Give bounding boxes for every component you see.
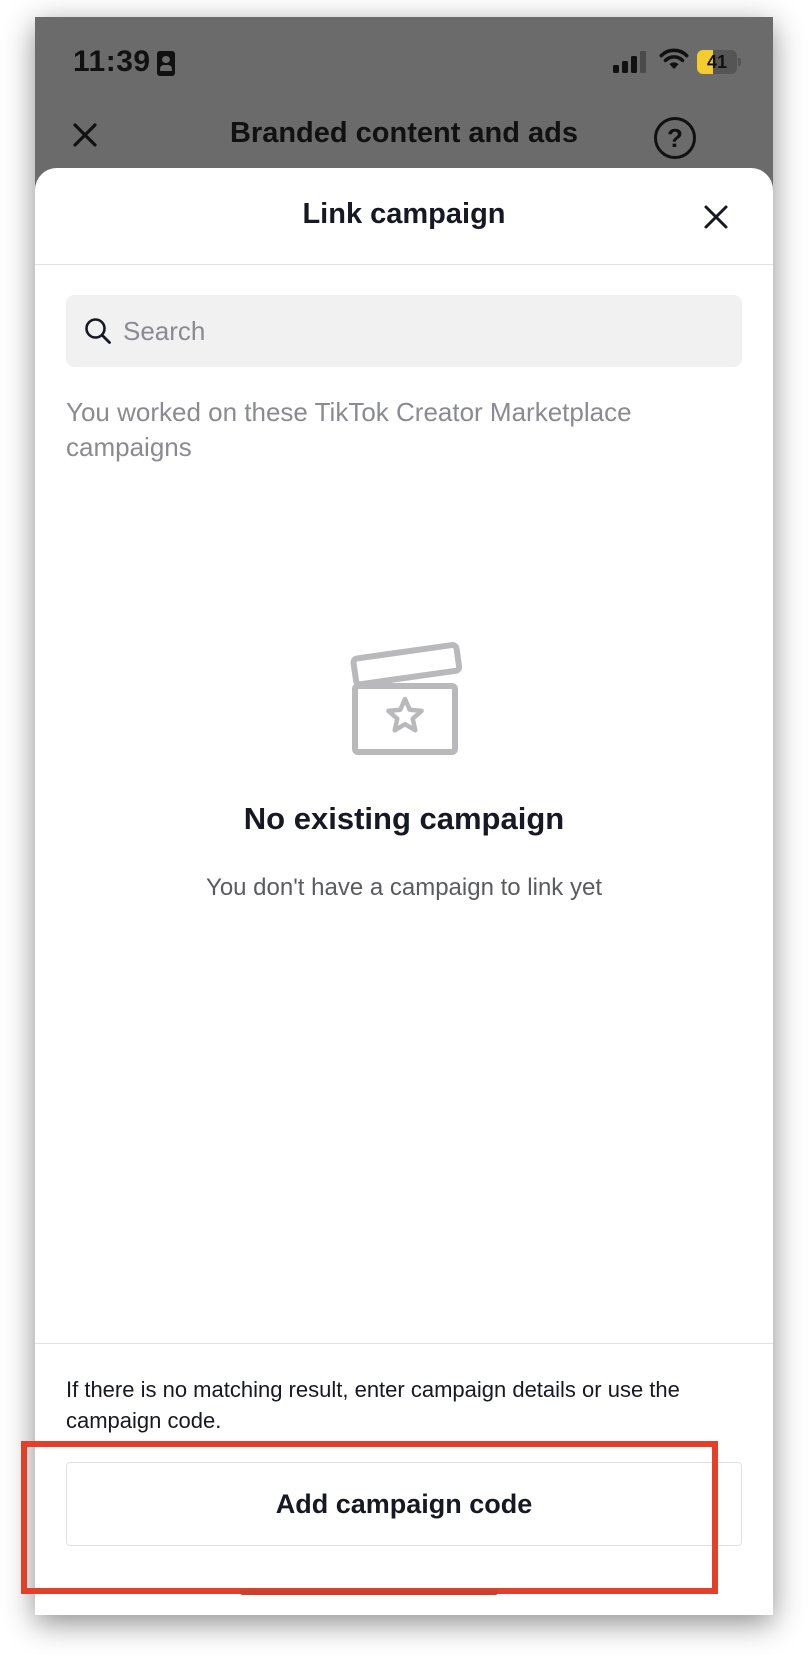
phone-screen: 11:39 41 Branded content and ads ? Link … <box>35 17 773 1615</box>
battery-charging-icon: 41 <box>697 50 741 74</box>
sheet-header: Link campaign <box>35 168 773 265</box>
empty-state-subtitle: You don't have a campaign to link yet <box>206 874 602 901</box>
cellular-signal-icon <box>613 51 647 73</box>
search-icon <box>85 318 111 344</box>
status-time: 11:39 <box>73 45 151 78</box>
sheet-title: Link campaign <box>302 198 506 230</box>
search-input[interactable] <box>123 295 723 367</box>
nav-title: Branded content and ads <box>229 117 579 149</box>
search-bar[interactable] <box>66 295 742 367</box>
close-icon[interactable] <box>70 120 100 150</box>
help-icon[interactable]: ? <box>654 117 696 159</box>
id-card-icon <box>157 51 175 76</box>
status-bar: 11:39 41 <box>35 17 773 107</box>
link-campaign-sheet: Link campaign You worked on these TikTok… <box>35 168 773 1615</box>
clapperboard-star-icon <box>350 642 463 755</box>
highlight-underline <box>240 1590 498 1595</box>
campaigns-caption: You worked on these TikTok Creator Marke… <box>66 397 632 462</box>
footer-hint: If there is no matching result, enter ca… <box>66 1377 680 1433</box>
empty-state-title: No existing campaign <box>243 801 565 836</box>
sheet-close-icon[interactable] <box>703 204 729 230</box>
wifi-icon <box>659 48 689 69</box>
highlight-annotation-box <box>21 1441 718 1594</box>
battery-percent: 41 <box>706 52 728 72</box>
